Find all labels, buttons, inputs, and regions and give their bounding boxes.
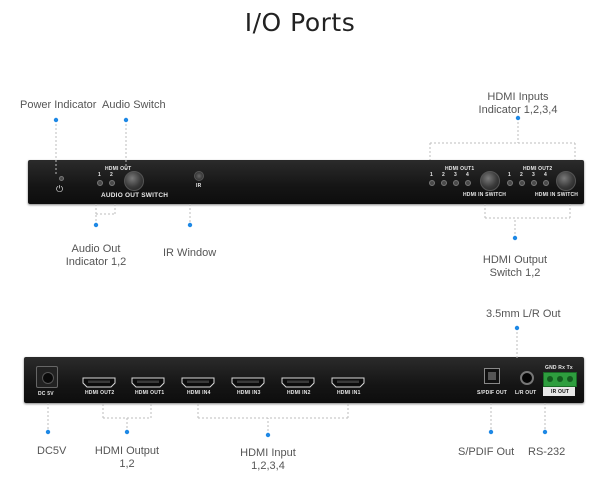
callout-lines (45, 115, 576, 438)
spdif-out-label: S/PDIF Out (458, 446, 515, 458)
hdmi-output-label: HDMI Output 1,2 (85, 445, 169, 471)
hdmi-input-text: HDMI Input 1,2,3,4 (240, 447, 296, 472)
dc5v-label: DC5V (37, 445, 67, 457)
hdmi-inputs-indicator-text: HDMI Inputs Indicator 1,2,3,4 (478, 91, 558, 116)
hdmi-output-switch-text: HDMI Output Switch 1,2 (482, 254, 548, 279)
audio-out-indicator-text: Audio Out Indicator 1,2 (65, 243, 127, 268)
power-indicator-label: Power Indicator (20, 99, 97, 111)
lr-out-35-label: 3.5mm L/R Out (486, 308, 561, 320)
audio-out-indicator-label: Audio Out Indicator 1,2 (60, 243, 132, 269)
audio-switch-label: Audio Switch (102, 99, 166, 111)
ir-window-label: IR Window (163, 247, 217, 259)
hdmi-input-label: HDMI Input 1,2,3,4 (228, 447, 308, 473)
rs232-label: RS-232 (528, 446, 566, 458)
hdmi-output-switch-label: HDMI Output Switch 1,2 (475, 254, 555, 280)
hdmi-inputs-indicator-label: HDMI Inputs Indicator 1,2,3,4 (450, 91, 586, 117)
hdmi-output-text: HDMI Output 1,2 (94, 445, 160, 470)
